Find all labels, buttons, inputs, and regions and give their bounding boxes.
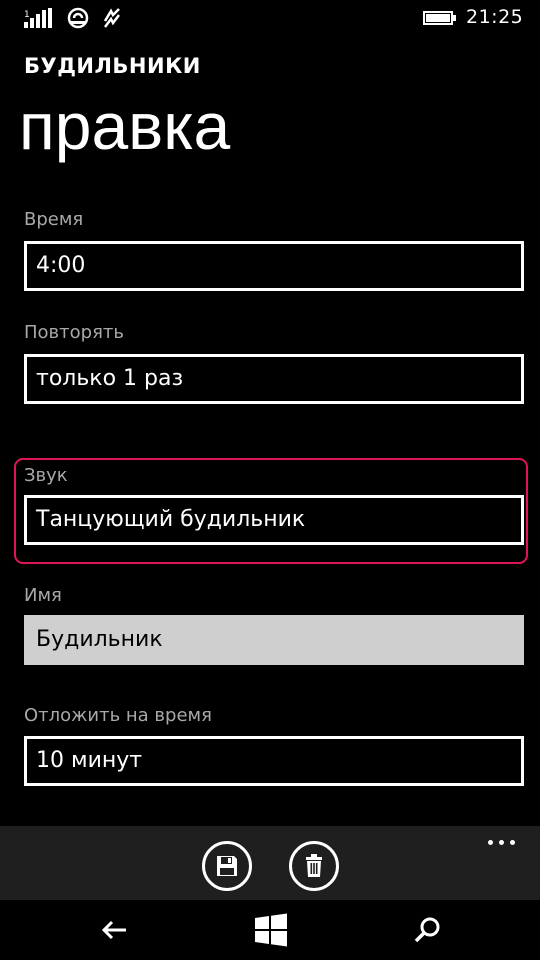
signal-icon: 1: [24, 8, 52, 28]
snooze-label: Отложить на время: [24, 705, 212, 726]
repeat-field[interactable]: только 1 раз: [24, 354, 524, 404]
time-label: Время: [24, 209, 84, 230]
search-icon[interactable]: [407, 910, 447, 950]
sound-field[interactable]: Танцующий будильник: [24, 495, 524, 545]
battery-icon: [423, 11, 456, 25]
page-title: правка: [19, 89, 231, 163]
name-field[interactable]: Будильник: [24, 615, 524, 665]
more-button[interactable]: [484, 832, 524, 852]
save-button[interactable]: [202, 841, 252, 891]
snooze-field[interactable]: 10 минут: [24, 736, 524, 786]
delete-icon: [306, 854, 322, 877]
data-connection-icon: [103, 8, 120, 28]
navigation-bar: [0, 900, 540, 960]
back-icon[interactable]: [95, 910, 135, 950]
status-bar: 1 21:25: [0, 0, 540, 36]
delete-button[interactable]: [289, 841, 339, 891]
clock: 21:25: [466, 6, 524, 28]
app-title: БУДИЛЬНИКИ: [24, 54, 201, 78]
sound-label: Звук: [24, 465, 68, 486]
nfc-icon: [67, 7, 89, 29]
app-bar: [0, 826, 540, 900]
svg-text:1: 1: [24, 10, 30, 20]
save-icon: [217, 856, 237, 876]
repeat-label: Повторять: [24, 322, 125, 343]
windows-start-icon[interactable]: [251, 910, 291, 950]
time-field[interactable]: 4:00: [24, 241, 524, 291]
name-label: Имя: [24, 585, 62, 606]
